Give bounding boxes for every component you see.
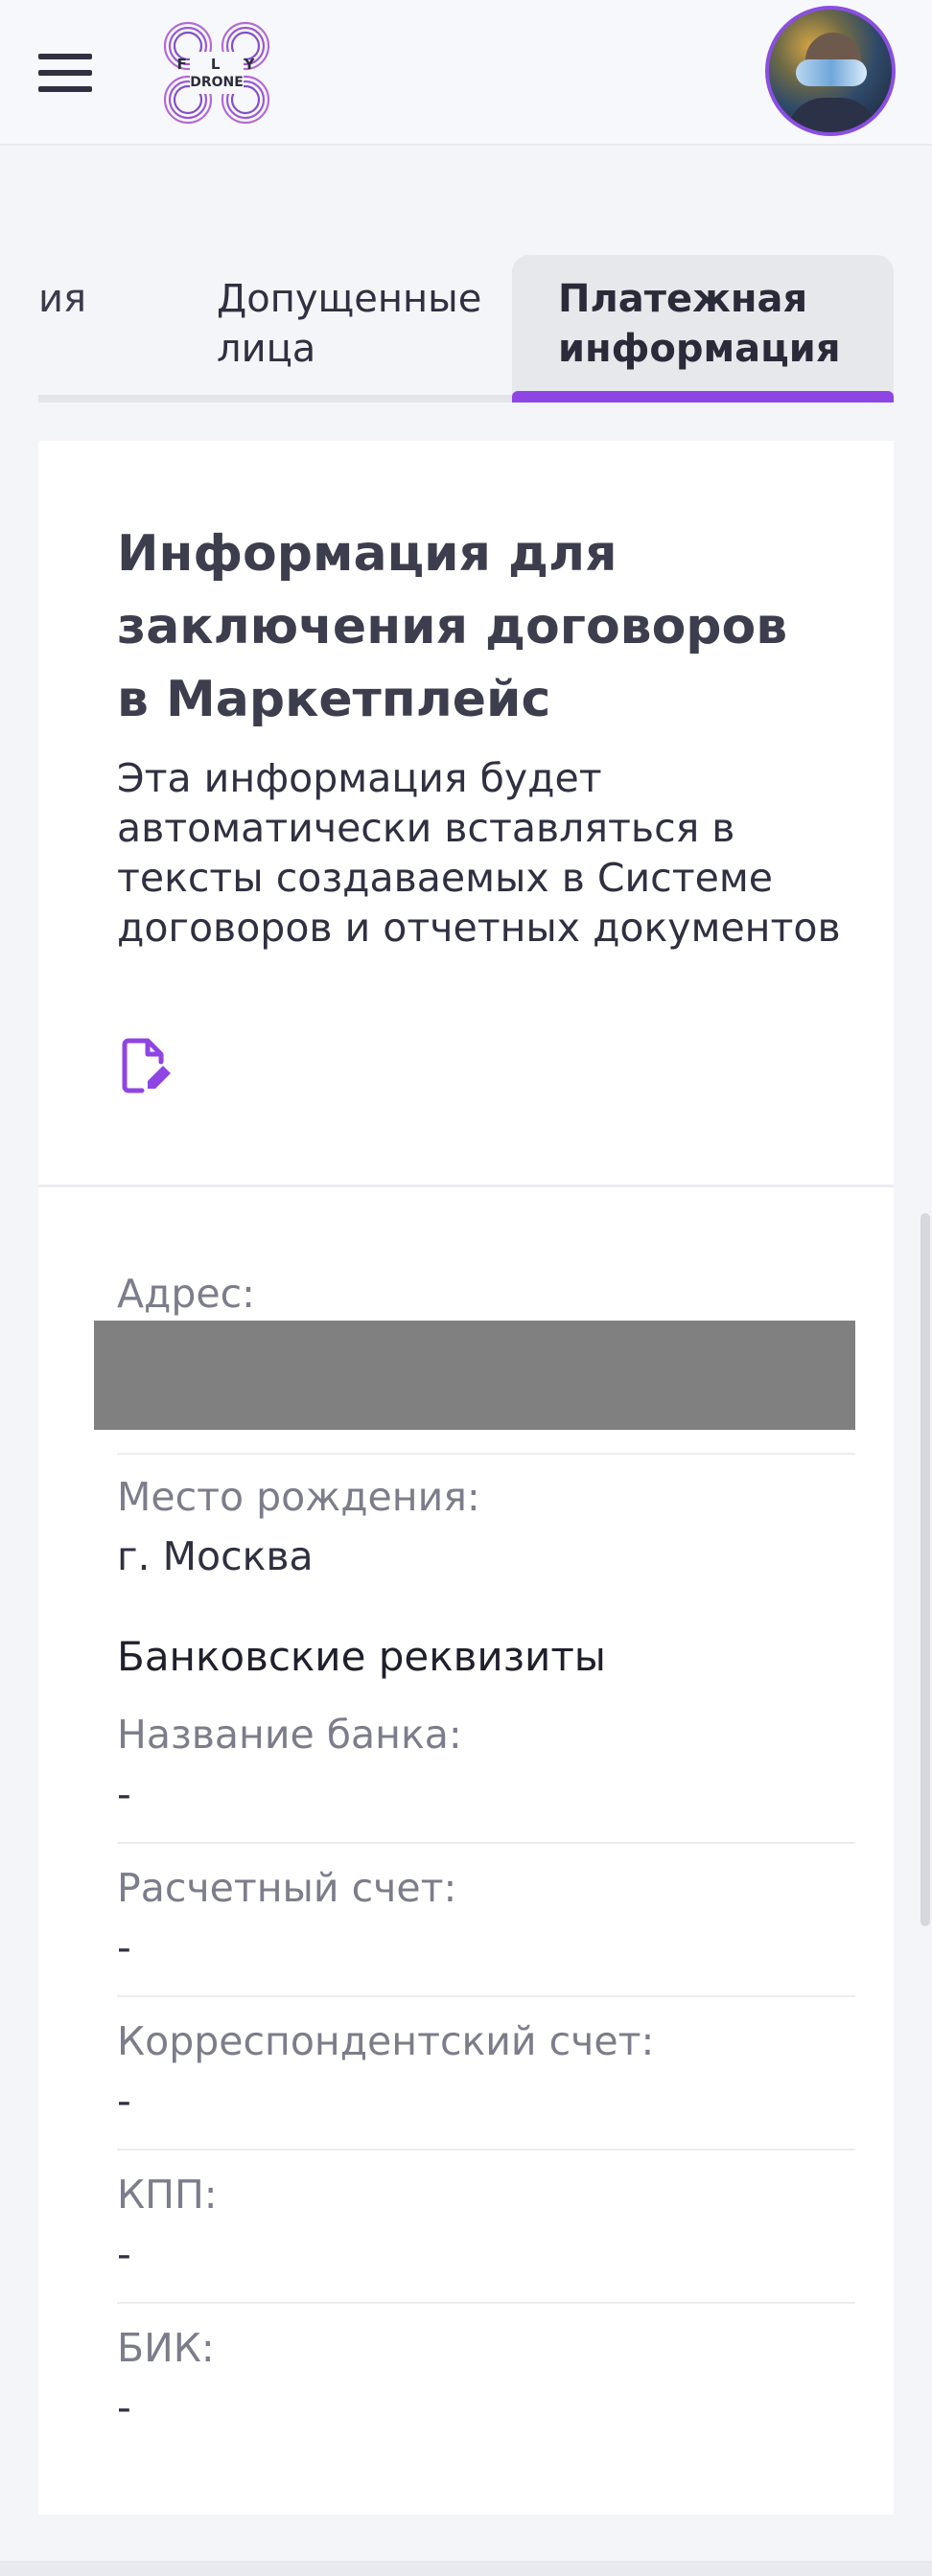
logo-drone-rings — [163, 21, 270, 125]
menu-bar — [38, 54, 92, 59]
birthplace-label: Место рождения: — [117, 1474, 480, 1520]
scrolled-text-fragment — [44, 140, 361, 153]
row-divider — [117, 1995, 855, 1997]
menu-bar — [38, 70, 92, 76]
birthplace-value: г. Москва — [117, 1533, 314, 1579]
card-description: Эта информация будет автоматически встав… — [117, 755, 841, 951]
row-divider — [117, 1453, 855, 1455]
correspondent-account-label: Корреспондентский счет: — [117, 2018, 655, 2064]
user-avatar[interactable] — [765, 6, 896, 136]
row-divider — [117, 2149, 855, 2150]
payment-info-card: Информация для заключения договоров в Ма… — [38, 441, 894, 2515]
tab-authorized-persons[interactable]: Допущенные лица — [176, 255, 531, 395]
bik-value: - — [117, 2384, 131, 2430]
settlement-account-label: Расчетный счет: — [117, 1865, 457, 1911]
bank-name-value: - — [117, 1771, 131, 1817]
tab-payment-info[interactable]: Платежная информация — [512, 255, 894, 402]
top-header: F L Y DRONE — [0, 0, 932, 146]
bank-details-title: Банковские реквизиты — [117, 1633, 606, 1680]
logo-text-drone: DRONE — [190, 75, 244, 90]
settlement-account-value: - — [117, 1924, 131, 1970]
page-scrollbar[interactable] — [920, 1213, 930, 1926]
edit-document-svg — [122, 1038, 171, 1093]
menu-bar — [38, 86, 92, 92]
kpp-value: - — [117, 2231, 131, 2277]
avatar-body — [786, 98, 878, 132]
row-divider — [117, 1842, 855, 1844]
bank-name-label: Название банка: — [117, 1712, 462, 1758]
redacted-address-value — [94, 1321, 855, 1430]
tab-label: Допущенные лица — [217, 277, 482, 371]
card-title: Информация для заключения договоров в Ма… — [117, 525, 788, 728]
avatar-visor — [796, 59, 867, 86]
fly-drone-logo[interactable]: F L Y DRONE — [161, 19, 272, 126]
hamburger-menu-icon[interactable] — [38, 54, 92, 92]
tab-label: ия — [38, 277, 87, 321]
tab-previous-partial[interactable]: ия — [38, 255, 153, 395]
edit-document-icon[interactable] — [119, 1035, 173, 1096]
tab-label: Платежная информация — [558, 277, 841, 371]
bottom-edge — [0, 2561, 932, 2576]
logo-text-fly: F L Y — [176, 56, 265, 73]
active-tab-indicator — [512, 391, 894, 402]
section-divider — [38, 1184, 894, 1187]
row-divider — [117, 2302, 855, 2304]
correspondent-account-value: - — [117, 2078, 131, 2124]
bik-label: БИК: — [117, 2325, 215, 2371]
address-label: Адрес: — [117, 1271, 256, 1317]
profile-tabs: ия Допущенные лица Платежная информация — [38, 255, 894, 402]
kpp-label: КПП: — [117, 2172, 218, 2218]
